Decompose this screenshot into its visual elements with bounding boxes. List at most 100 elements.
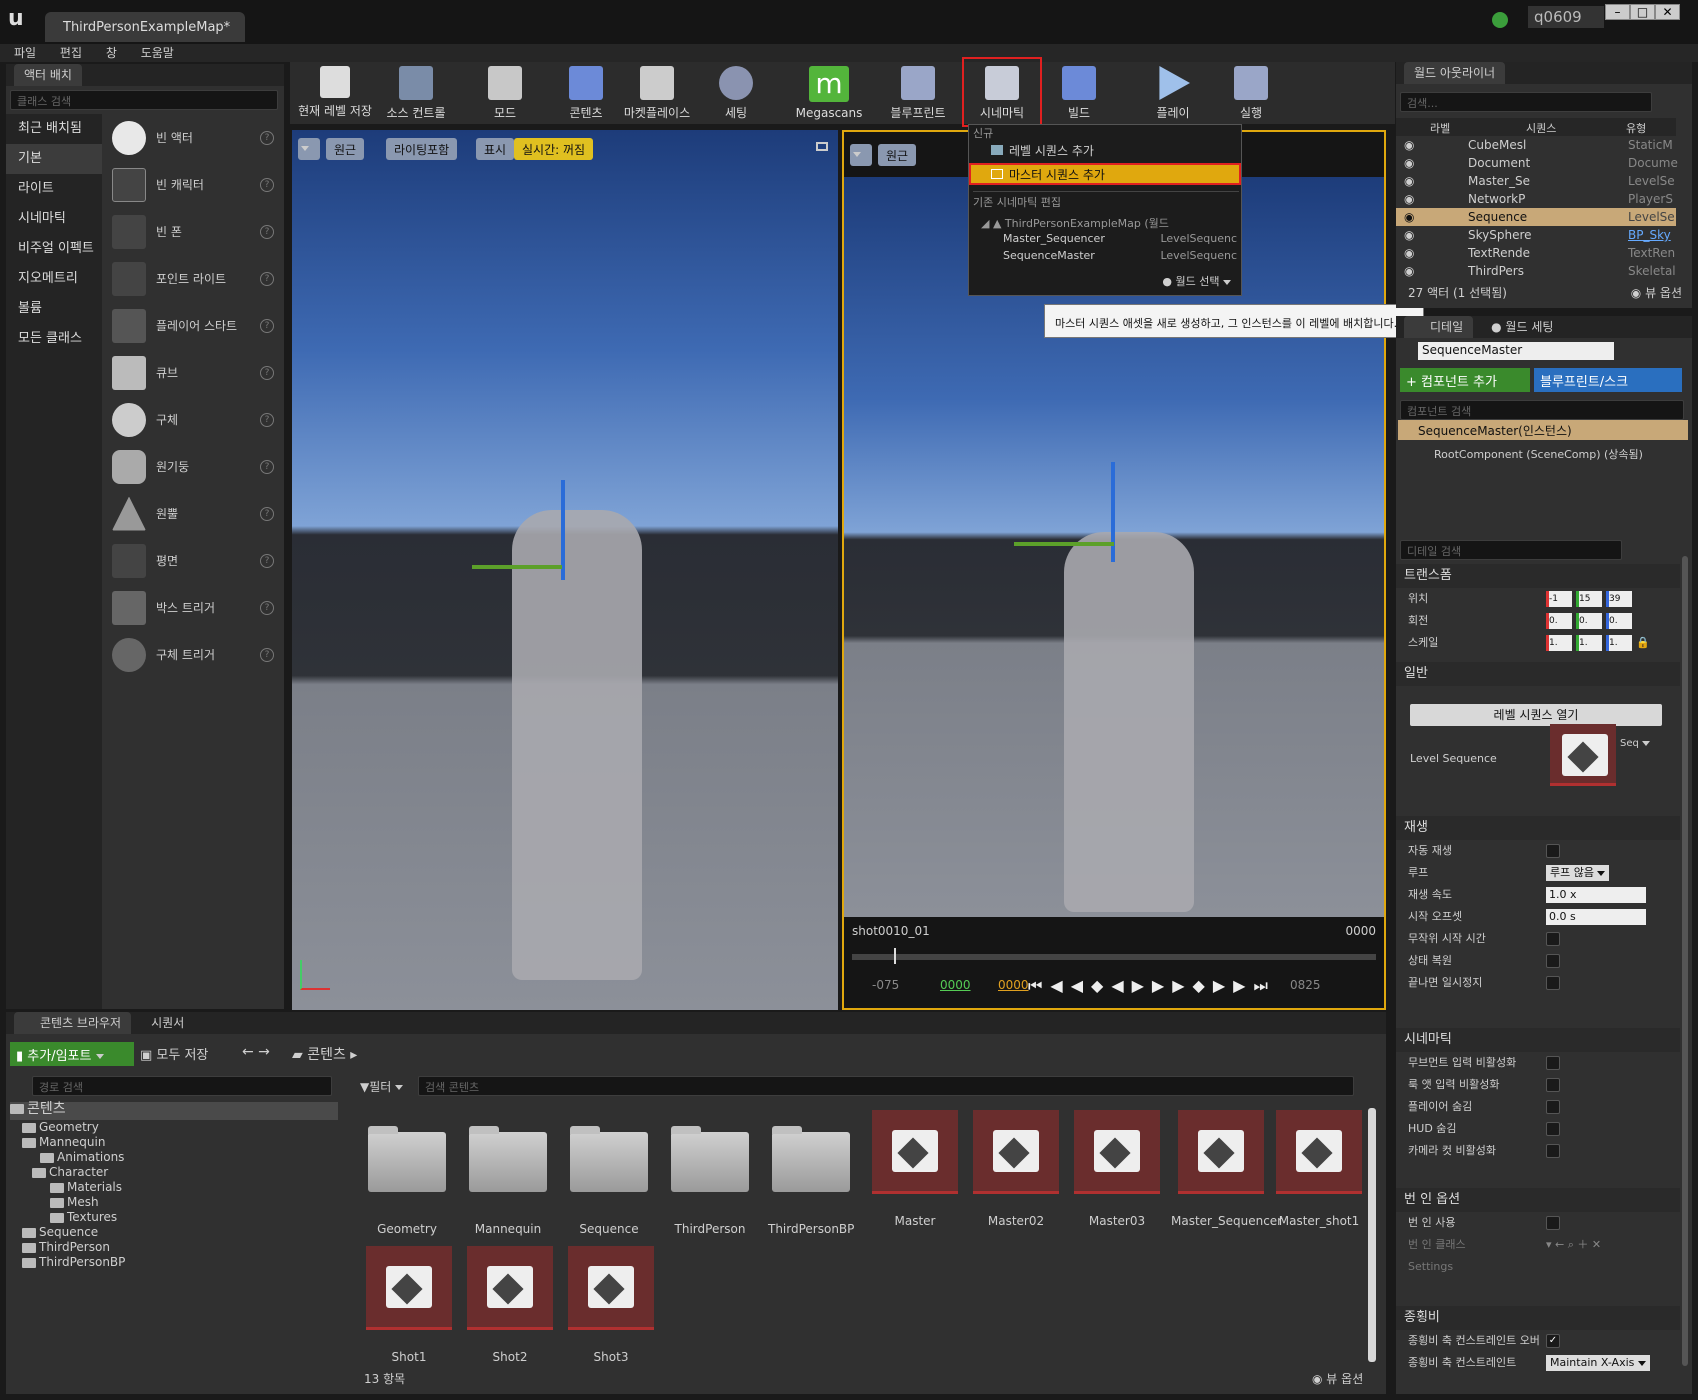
maximize-button[interactable]: □: [1630, 4, 1655, 20]
class-search-input[interactable]: 클래스 검색: [10, 90, 278, 110]
folder-mannequin[interactable]: Mannequin: [465, 1122, 551, 1236]
tree-item[interactable]: Character: [10, 1165, 338, 1180]
tree-item[interactable]: ThirdPersonBP: [10, 1255, 338, 1270]
save-all-button[interactable]: ▣ 모두 저장: [140, 1044, 208, 1063]
transform-section[interactable]: 트랜스폼: [1396, 564, 1680, 588]
open-level-sequence-button[interactable]: 레벨 시퀀스 열기: [1410, 704, 1662, 726]
tree-root[interactable]: 콘텐츠: [10, 1102, 338, 1120]
rot-z[interactable]: 0.: [1606, 613, 1632, 629]
help-icon[interactable]: ?: [260, 177, 274, 192]
row-type[interactable]: BP_Sky: [1628, 226, 1671, 244]
actor-empty-pawn[interactable]: 빈 폰?: [102, 208, 284, 255]
autoplay-checkbox[interactable]: [1546, 844, 1560, 858]
save-level-button[interactable]: 현재 레벨 저장: [296, 66, 374, 119]
menu-edit[interactable]: 편집: [60, 44, 82, 62]
tree-item[interactable]: Animations: [10, 1150, 338, 1165]
outliner-row[interactable]: ◉ TextRende TextRen: [1396, 244, 1676, 262]
lit-mode-button[interactable]: 라이팅포함: [386, 138, 458, 160]
add-level-sequence-item[interactable]: 레벨 시퀀스 추가: [991, 141, 1231, 161]
sequence-item-master-sequencer[interactable]: Master_Sequencer LevelSequenc: [1003, 232, 1237, 245]
filter-button[interactable]: ▼필터: [360, 1078, 404, 1095]
viewport-left[interactable]: 원근 라이팅포함 표시 실시간: 꺼짐: [292, 130, 838, 1010]
general-section[interactable]: 일반: [1396, 662, 1680, 686]
asset-master-sequencer[interactable]: Master_Sequencer: [1171, 1110, 1282, 1228]
source-control-button[interactable]: 소스 컨트롤: [378, 66, 454, 121]
document-tab[interactable]: ThirdPersonExampleMap*: [45, 12, 245, 42]
perspective-button[interactable]: 원근: [326, 138, 365, 160]
eye-icon[interactable]: ◉: [1404, 244, 1414, 262]
actor-cylinder[interactable]: 원기둥?: [102, 443, 284, 490]
help-icon[interactable]: ?: [260, 130, 274, 145]
asset-shot2[interactable]: Shot2: [463, 1246, 557, 1364]
start-offset-input[interactable]: 0.0 s: [1546, 909, 1646, 925]
settings-button[interactable]: 세팅: [706, 66, 766, 121]
viewport-options-button[interactable]: [850, 144, 872, 166]
eye-icon[interactable]: ◉: [1404, 226, 1414, 244]
loc-y[interactable]: 15: [1576, 591, 1602, 607]
folder-thirdperson[interactable]: ThirdPerson: [667, 1122, 753, 1236]
add-import-button[interactable]: ▮ 추가/임포트: [10, 1042, 134, 1066]
unreal-logo-icon[interactable]: u: [8, 6, 24, 31]
transport-controls[interactable]: ⏮◀◀◆◀▶▶▶◆▶▶⏭: [1028, 976, 1276, 996]
col-sequence[interactable]: 시퀀스: [1526, 120, 1556, 136]
breadcrumb[interactable]: ▰ 콘텐츠 ▸: [292, 1044, 357, 1064]
tree-item[interactable]: ThirdPerson: [10, 1240, 338, 1255]
outliner-row[interactable]: ◉ Master_Se LevelSe: [1396, 172, 1676, 190]
eye-icon[interactable]: ◉: [1404, 208, 1414, 226]
restore-state-checkbox[interactable]: [1546, 954, 1560, 968]
asset-master02[interactable]: Master02: [969, 1110, 1063, 1228]
lock-icon[interactable]: 🔒: [1636, 632, 1650, 654]
modes-button[interactable]: 모드: [470, 66, 540, 121]
playhead-marker[interactable]: [894, 948, 896, 964]
help-icon[interactable]: ?: [260, 224, 274, 239]
content-scrollbar[interactable]: [1368, 1108, 1376, 1362]
asset-master03[interactable]: Master03: [1070, 1110, 1164, 1228]
folder-geometry[interactable]: Geometry: [364, 1122, 450, 1236]
checkbox-checked[interactable]: ✓: [1546, 1334, 1560, 1348]
outliner-row[interactable]: ◉ CubeMesl StaticM: [1396, 136, 1676, 154]
place-actors-tab[interactable]: 액터 배치: [14, 64, 82, 86]
help-icon[interactable]: ?: [260, 365, 274, 380]
outliner-row[interactable]: ◉ NetworkP PlayerS: [1396, 190, 1676, 208]
category-basic[interactable]: 기본: [6, 144, 102, 174]
tree-item[interactable]: Textures: [10, 1210, 338, 1225]
tree-item[interactable]: Mesh: [10, 1195, 338, 1210]
scale-y[interactable]: 1.: [1576, 635, 1602, 651]
tree-item[interactable]: Mannequin: [10, 1135, 338, 1150]
outliner-row[interactable]: ◉ SkySphere BP_Sky: [1396, 226, 1676, 244]
menu-window[interactable]: 창: [106, 44, 117, 62]
help-icon[interactable]: ?: [260, 600, 274, 615]
actor-plane[interactable]: 평면?: [102, 537, 284, 584]
cinematic-section[interactable]: 시네마틱: [1396, 1028, 1680, 1052]
mannequin-figure[interactable]: [512, 510, 642, 980]
timeline-scrubber[interactable]: [852, 954, 1376, 960]
content-view-options[interactable]: ◉ 뷰 옵션: [1312, 1370, 1363, 1387]
sequence-asset-dropdown[interactable]: Seq: [1620, 738, 1651, 749]
eye-icon[interactable]: ◉: [1404, 172, 1414, 190]
tree-item[interactable]: Materials: [10, 1180, 338, 1195]
outliner-row-selected[interactable]: ◉ Sequence LevelSe: [1396, 208, 1676, 226]
tree-item[interactable]: Sequence: [10, 1225, 338, 1240]
root-component-row[interactable]: RootComponent (SceneComp) (상속됨): [1434, 446, 1643, 462]
content-browser-tab[interactable]: 콘텐츠 브라우저: [14, 1012, 132, 1034]
outliner-row[interactable]: ◉ Document Docume: [1396, 154, 1678, 172]
content-search-input[interactable]: 검색 콘텐츠: [418, 1076, 1354, 1096]
actor-point-light[interactable]: 포인트 라이트?: [102, 255, 284, 302]
actor-sphere-trigger[interactable]: 구체 트리거?: [102, 631, 284, 678]
outliner-view-options[interactable]: ◉ 뷰 옵션: [1631, 284, 1682, 301]
component-search-input[interactable]: 컴포넌트 검색: [1400, 400, 1684, 420]
menu-help[interactable]: 도움말: [141, 44, 174, 62]
world-tree-item[interactable]: ◢ ▲ ThirdPersonExampleMap (월드: [981, 215, 1169, 231]
actor-player-start[interactable]: 플레이어 스타트?: [102, 302, 284, 349]
rot-y[interactable]: 0.: [1576, 613, 1602, 629]
help-icon[interactable]: ?: [260, 318, 274, 333]
prop-label[interactable]: 위치: [1408, 588, 1428, 610]
gizmo-left-arrow[interactable]: [1014, 542, 1114, 546]
history-nav[interactable]: ← →: [242, 1044, 270, 1060]
loc-x[interactable]: -1: [1546, 591, 1572, 607]
gizmo-left-arrow[interactable]: [472, 565, 562, 569]
col-type[interactable]: 유형: [1626, 120, 1646, 136]
tree-item[interactable]: Geometry: [10, 1120, 338, 1135]
sequence-thumbnail[interactable]: [1550, 724, 1616, 786]
category-visual-effects[interactable]: 비주얼 이펙트: [6, 234, 102, 264]
